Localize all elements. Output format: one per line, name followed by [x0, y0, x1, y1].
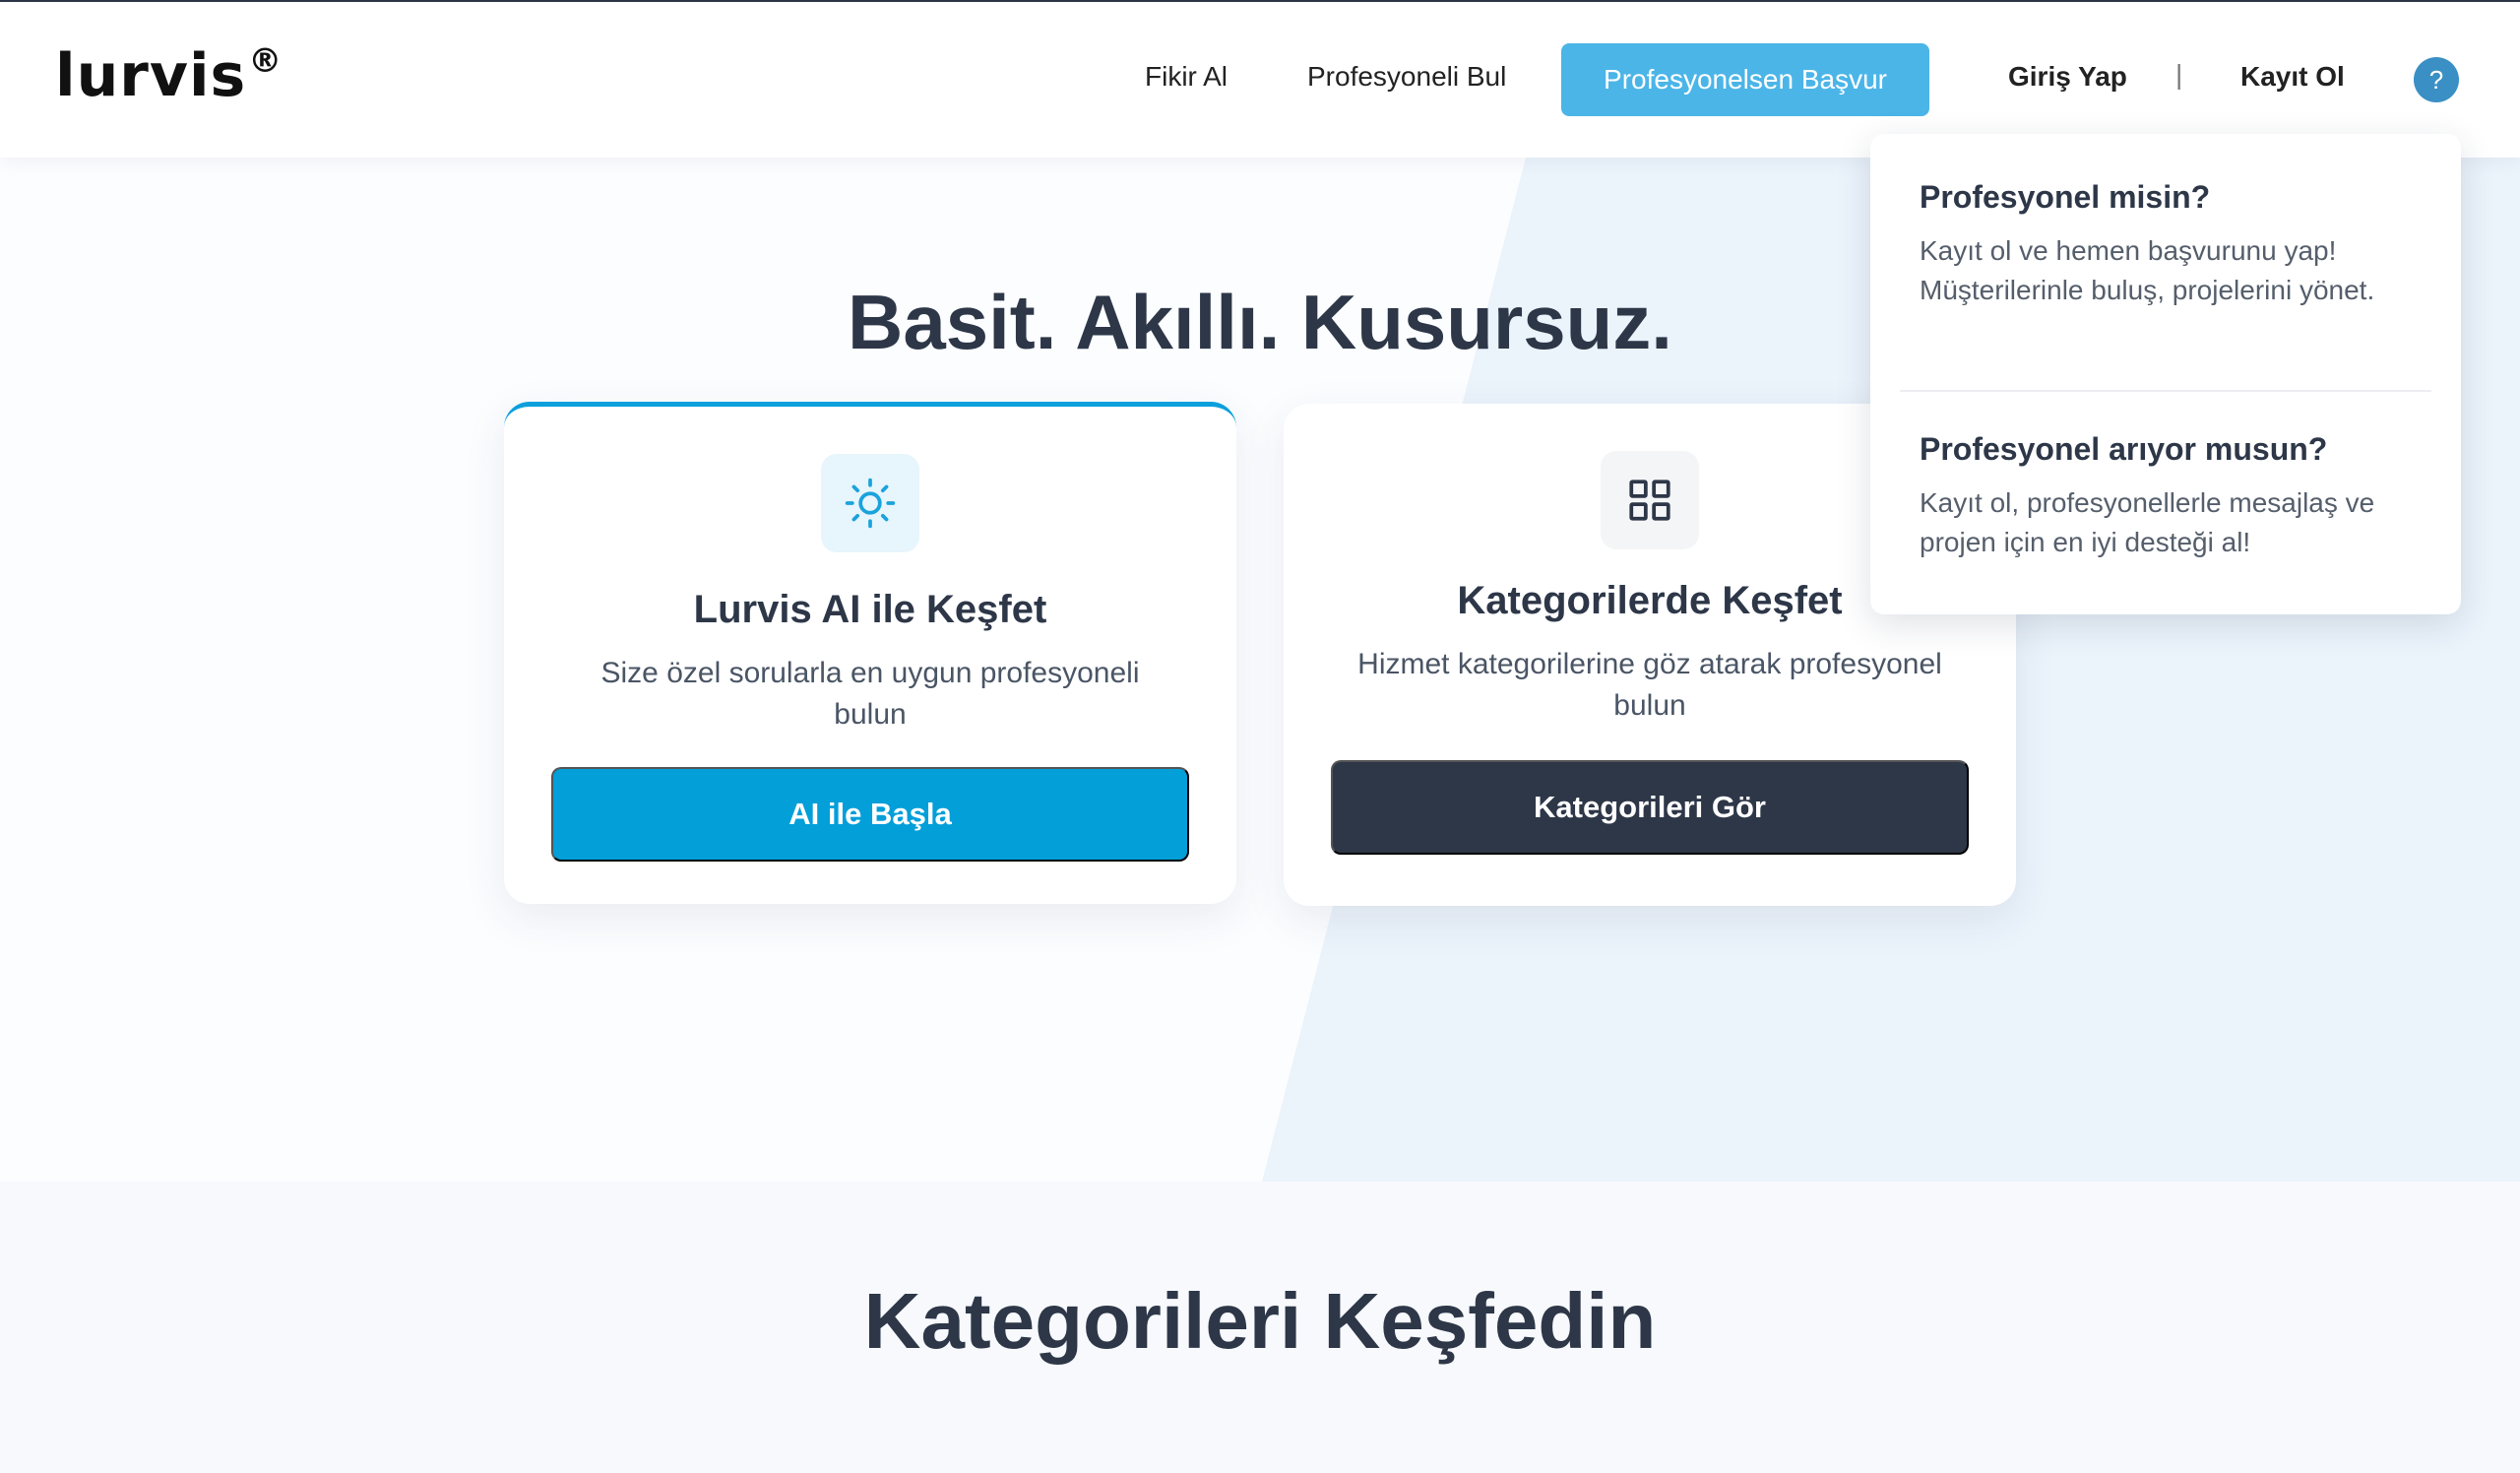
- register-link[interactable]: Kayıt Ol: [2240, 61, 2345, 93]
- logo-text: lurvis: [55, 41, 247, 110]
- help-button[interactable]: ?: [2414, 57, 2459, 102]
- categories-section-title: Kategorileri Keşfedin: [863, 1277, 1657, 1365]
- ai-card-title: Lurvis AI ile Keşfet: [693, 588, 1047, 631]
- nav-link-find-pro[interactable]: Profesyoneli Bul: [1307, 61, 1506, 93]
- apply-pro-button[interactable]: Profesyonelsen Başvur: [1561, 43, 1929, 116]
- nav-link-idea[interactable]: Fikir Al: [1145, 61, 1228, 93]
- popover-divider: [1900, 390, 2431, 392]
- question-icon: ?: [2428, 64, 2444, 95]
- categories-card-description: Hizmet kategorilerine göz atarak profesy…: [1357, 648, 1942, 722]
- grid-icon: [1601, 451, 1699, 549]
- categories-section: Kategorileri Keşfedin: [0, 1182, 2520, 1473]
- logo[interactable]: lurvis®: [55, 41, 283, 110]
- popover-text: Kayıt ol ve hemen başvurunu yap! Müşteri…: [1920, 235, 2375, 305]
- registered-mark: ®: [248, 41, 284, 81]
- help-popover: Profesyonel misin? Kayıt ol ve hemen baş…: [1870, 134, 2461, 614]
- popover-title: Profesyonel misin?: [1920, 179, 2211, 215]
- sun-icon: [821, 454, 919, 552]
- ai-discover-card: Lurvis AI ile Keşfet Size özel sorularla…: [504, 402, 1236, 904]
- page: lurvis® Fikir Al Profesyoneli Bul Profes…: [0, 0, 2520, 1473]
- view-categories-button[interactable]: Kategorileri Gör: [1331, 760, 1969, 855]
- ai-card-description: Size özel sorularla en uygun profesyonel…: [600, 657, 1140, 731]
- popover-title: Profesyonel arıyor musun?: [1920, 431, 2328, 467]
- popover-section-seeker[interactable]: Profesyonel arıyor musun? Kayıt ol, prof…: [1920, 431, 2422, 562]
- popover-section-professional[interactable]: Profesyonel misin? Kayıt ol ve hemen baş…: [1920, 179, 2422, 310]
- start-ai-button[interactable]: AI ile Başla: [551, 767, 1189, 862]
- popover-text: Kayıt ol, profesyonellerle mesajlaş ve p…: [1920, 487, 2375, 557]
- login-link[interactable]: Giriş Yap: [2008, 61, 2127, 93]
- nav-separator: |: [2175, 59, 2183, 90]
